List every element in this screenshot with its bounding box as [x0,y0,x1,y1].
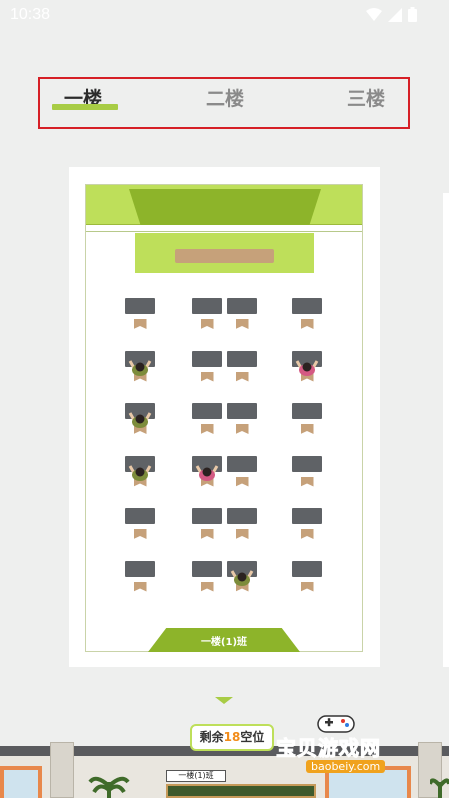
seat-chair[interactable] [200,319,214,329]
desk [227,455,257,472]
next-card-edge[interactable] [443,193,449,667]
desk [192,560,222,577]
desk [125,508,155,524]
desk [192,298,222,314]
podium-area [135,233,314,273]
blackboard [129,189,321,225]
student-boy-icon[interactable] [230,567,254,587]
window [0,766,42,798]
seat-chair[interactable] [133,529,147,539]
class-name: 一楼(1)班 [200,637,248,648]
status-time: 10:38 [10,6,51,23]
student-girl-icon[interactable] [195,462,219,482]
seat-chair[interactable] [235,476,249,487]
seat-chair[interactable] [300,319,314,329]
plant-icon [88,776,130,798]
remaining-prefix: 剩余 [199,730,224,744]
teacher-desk [175,249,274,263]
desk [125,298,155,314]
desk [227,350,257,367]
system-icons [366,7,417,22]
desk [292,298,322,314]
seat-chair[interactable] [133,581,147,592]
seat-chair[interactable] [200,529,214,539]
blackboard-wall [86,185,362,225]
desk [192,508,222,524]
seat-chair[interactable] [235,319,249,329]
desk [192,403,222,419]
tab-floor-2[interactable]: 二楼 [206,84,244,111]
seat-chair[interactable] [200,424,214,434]
divider [86,231,362,232]
chevron-down-icon [215,697,233,704]
signal-icon [388,7,402,22]
plant-icon [430,778,449,798]
desk [227,508,257,524]
desk [292,560,322,577]
seat-chair[interactable] [133,319,147,329]
seat-chair[interactable] [235,424,249,434]
seat-chair[interactable] [300,476,314,487]
desk [227,403,257,419]
student-boy-icon[interactable] [128,357,152,377]
tab-floor-3[interactable]: 三楼 [347,84,385,111]
student-boy-icon[interactable] [128,462,152,482]
desk [292,508,322,524]
building-blackboard [166,784,316,798]
watermark-url: baobeiy.com [306,760,386,773]
seat-chair[interactable] [200,371,214,382]
desk [125,560,155,577]
remaining-seats-badge: 剩余18空位 [190,724,274,751]
seat-chair[interactable] [200,581,214,592]
remaining-count: 18 [223,730,241,744]
seat-chair[interactable] [235,529,249,539]
class-sign: 一楼(1)班 [166,770,226,782]
seat-chair[interactable] [300,581,314,592]
battery-icon [408,7,417,22]
classroom-card[interactable]: 一楼(1)班 [69,167,380,667]
desk [192,350,222,367]
status-bar: 10:38 [0,0,449,30]
watermark-title: 宝贝游戏网 [276,736,381,761]
desk [292,455,322,472]
desk [292,403,322,419]
classroom-floorplan: 一楼(1)班 [85,184,363,652]
watermark: 宝贝游戏网 baobeiy.com [276,708,421,778]
seat-chair[interactable] [235,371,249,382]
floor-tabs: 一楼 二楼 三楼 [38,77,410,129]
seat-chair[interactable] [300,424,314,434]
class-badge: 一楼(1)班 [148,628,300,652]
gamepad-icon [317,715,355,733]
active-tab-indicator [52,104,118,110]
pillar [50,742,74,798]
seat-chair[interactable] [300,529,314,539]
student-boy-icon[interactable] [128,409,152,429]
student-girl-icon[interactable] [295,357,319,377]
wifi-icon [366,7,382,21]
desk [227,298,257,314]
remaining-suffix: 空位 [240,730,265,744]
